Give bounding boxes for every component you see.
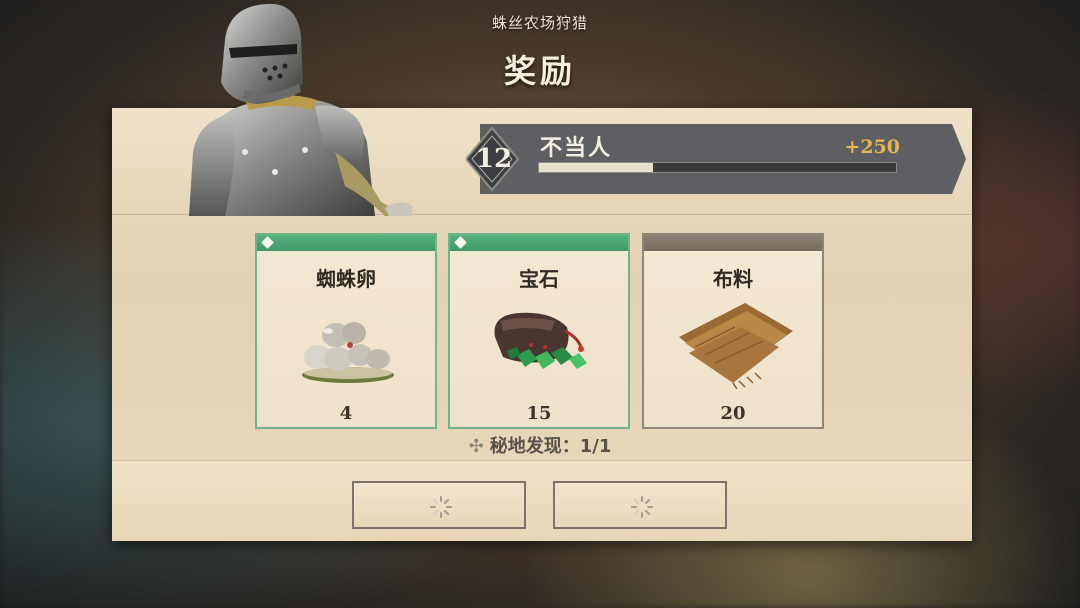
xp-progress-bar — [538, 162, 897, 173]
hunt-subtitle: 蛛丝农场狩猎 — [491, 14, 588, 32]
panel-footer-band — [112, 460, 972, 541]
player-level: 12 — [475, 144, 513, 174]
discovery-progress: ✣ 秘地发现：1/1 — [0, 432, 1080, 458]
discovery-label: 秘地发现：1/1 — [489, 436, 612, 457]
action-button-left[interactable] — [352, 481, 526, 529]
action-button-right[interactable] — [553, 481, 727, 529]
reward-count: 20 — [720, 403, 746, 424]
rarity-diamond-icon — [454, 236, 467, 249]
knight-portrait — [189, 3, 413, 216]
player-name: 不当人 — [540, 136, 613, 161]
cloth-icon — [679, 303, 793, 389]
rarity-strip — [644, 235, 822, 251]
reward-name: 布料 — [713, 267, 753, 291]
reward-count: 15 — [526, 403, 552, 424]
loading-spinner-icon — [430, 496, 452, 518]
gem-bag-icon — [494, 312, 587, 369]
xp-progress-fill — [539, 163, 654, 172]
reward-count: 4 — [339, 403, 353, 424]
reward-name: 蜘蛛卵 — [316, 267, 376, 291]
reward-card-cloth[interactable]: 布料 20 — [642, 233, 824, 429]
spider-eggs-icon — [302, 322, 394, 383]
rarity-diamond-icon — [261, 236, 274, 249]
rarity-strip — [450, 235, 628, 251]
reward-name: 宝石 — [519, 267, 559, 291]
sparkle-icon: ✣ — [468, 436, 484, 457]
loading-spinner-icon — [631, 496, 653, 518]
page-title: 奖励 — [503, 52, 576, 90]
xp-gain: +250 — [844, 136, 900, 158]
rarity-strip — [257, 235, 435, 251]
reward-card-spider-eggs[interactable]: 蜘蛛卵 4 — [255, 233, 437, 429]
reward-card-gems[interactable]: 宝石 15 — [448, 233, 630, 429]
